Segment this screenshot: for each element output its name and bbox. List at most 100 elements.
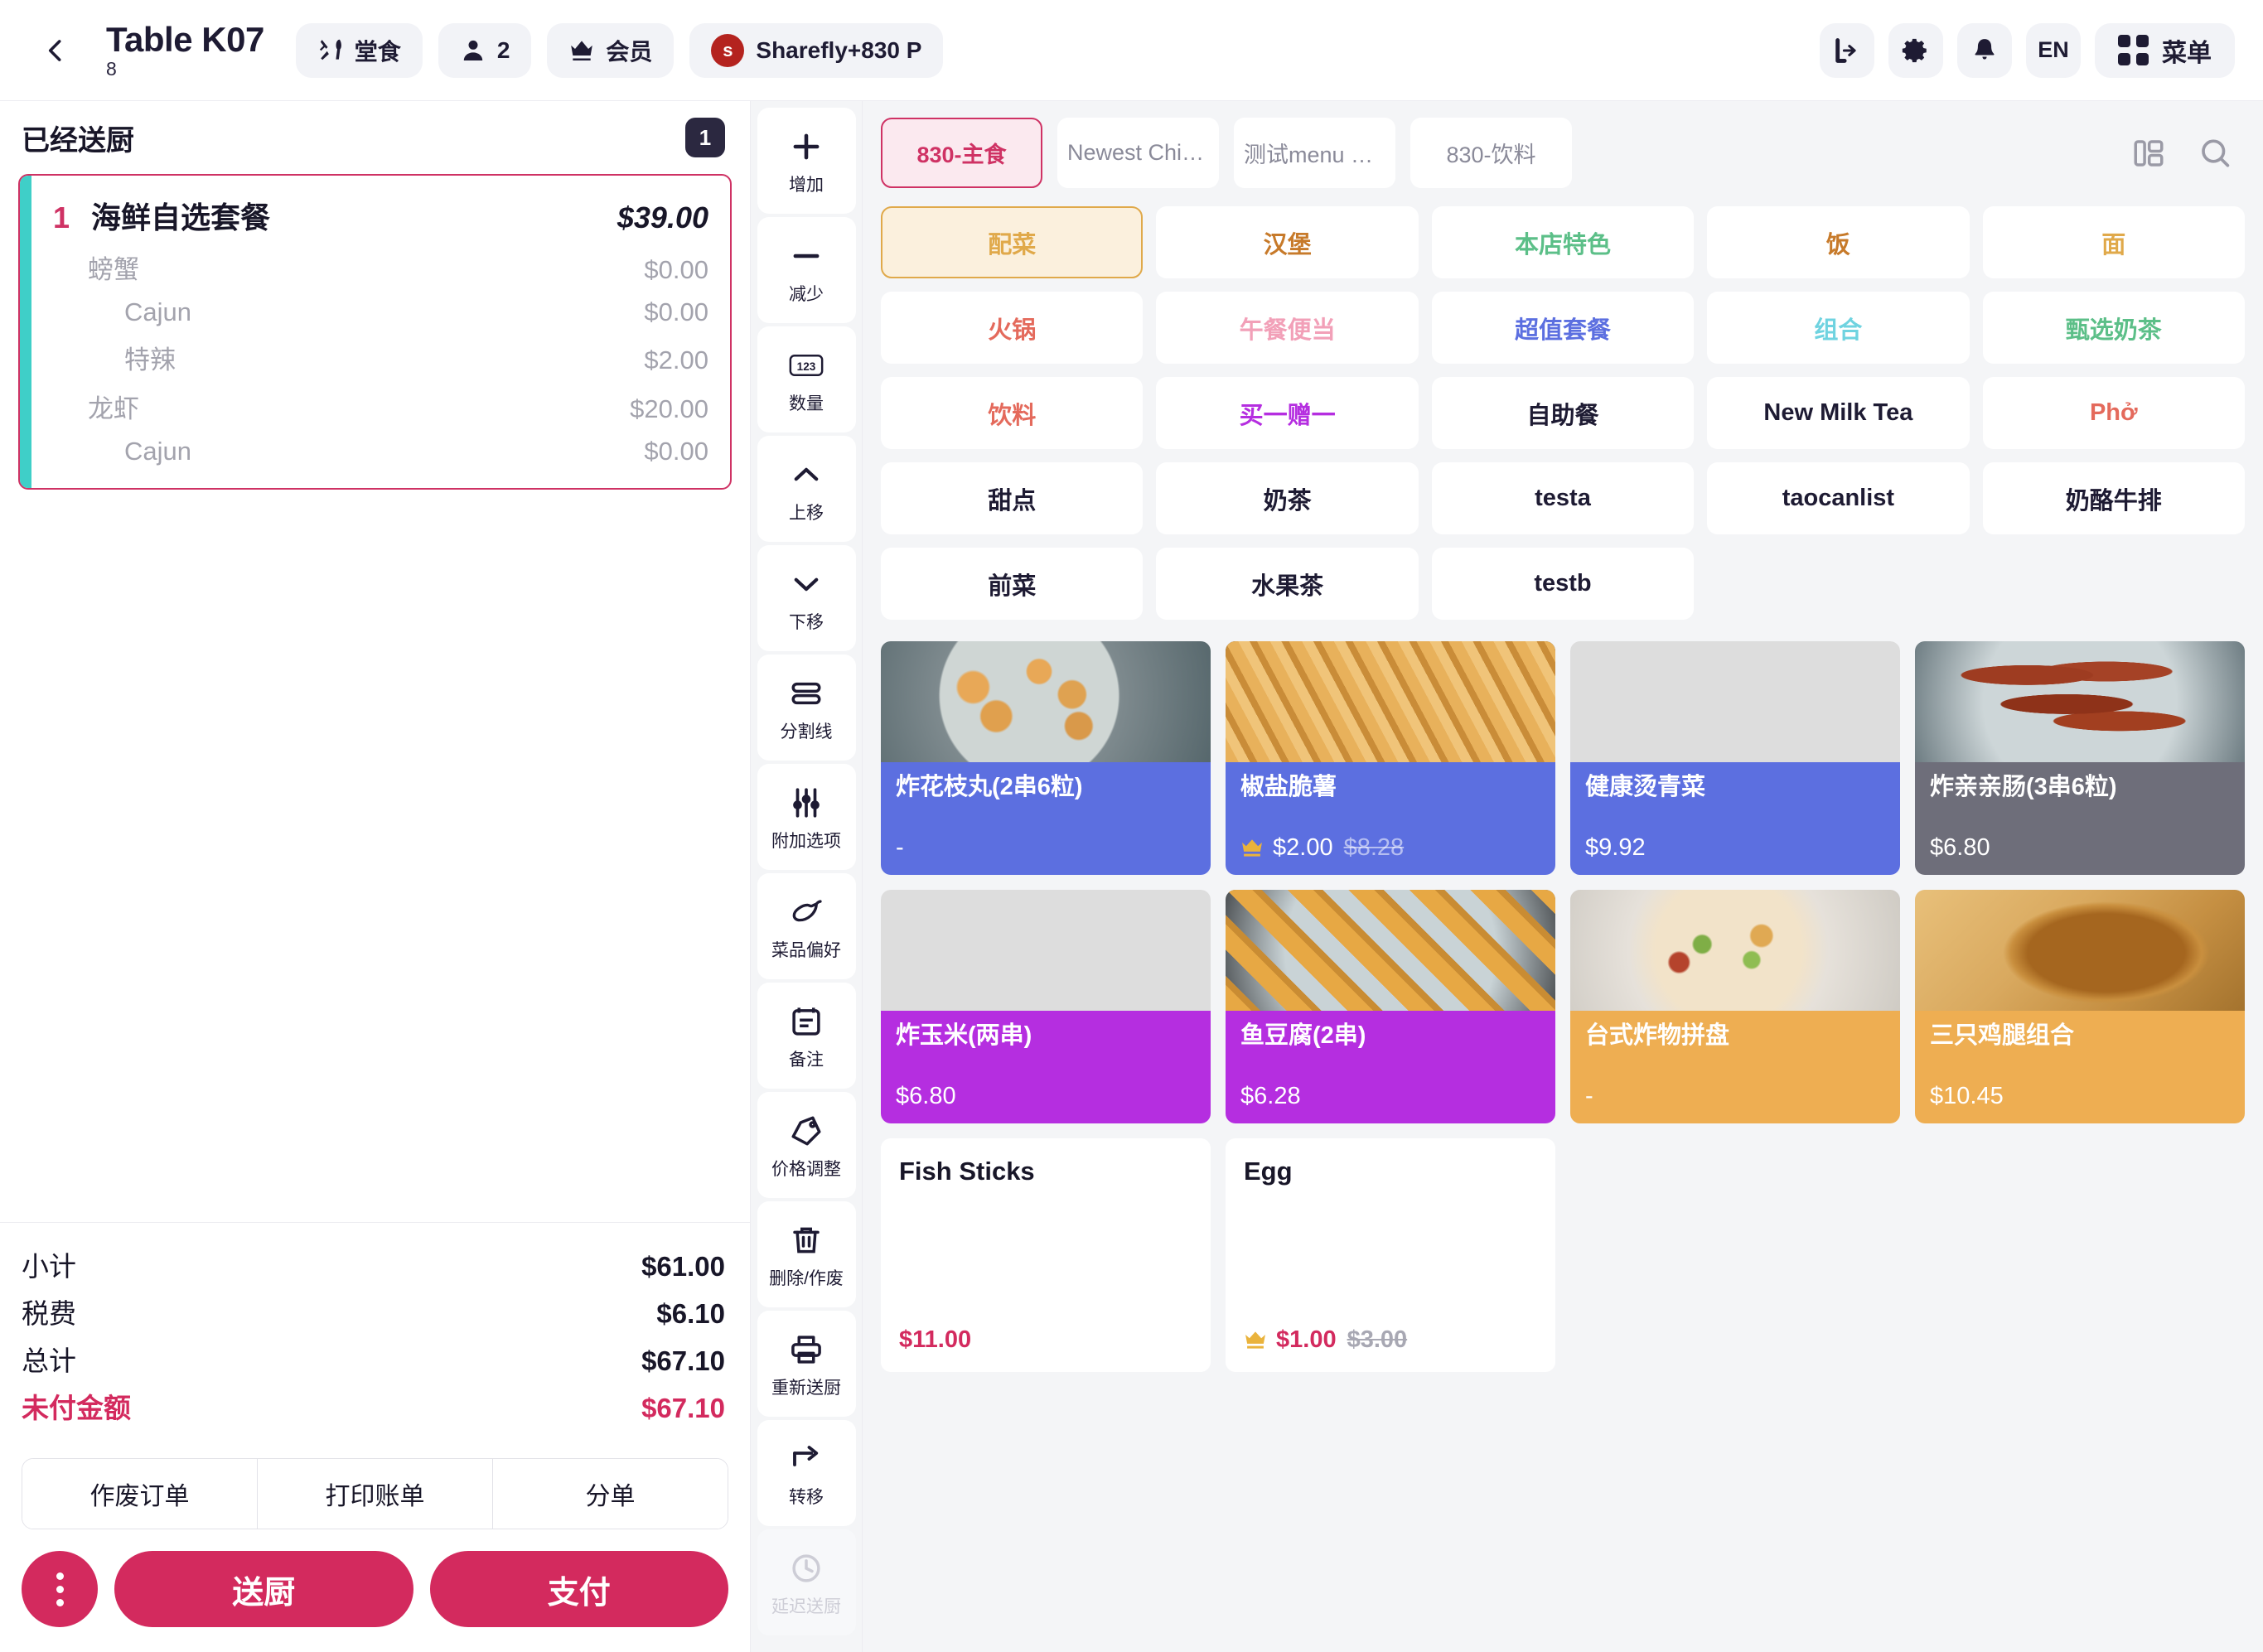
- category-button[interactable]: 面: [1982, 206, 2245, 278]
- product-card[interactable]: 炸玉米(两串) $6.80: [881, 890, 1211, 1123]
- tool-increase[interactable]: 增加: [757, 108, 856, 214]
- tool-delete-void[interactable]: 删除/作废: [757, 1201, 856, 1307]
- category-button[interactable]: 配菜: [881, 206, 1144, 278]
- tool-delay-kitchen[interactable]: 延迟送厨: [757, 1529, 856, 1635]
- pay-button[interactable]: 支付: [429, 1551, 728, 1627]
- grid-icon: [2118, 35, 2149, 65]
- void-order-button[interactable]: 作废订单: [22, 1459, 258, 1529]
- product-card[interactable]: 三只鸡腿组合 $10.45: [1915, 890, 2245, 1123]
- avatar: s: [711, 33, 745, 67]
- option-name: 龙虾: [88, 394, 139, 423]
- language-button[interactable]: EN: [2026, 22, 2081, 78]
- note-icon: [789, 1000, 824, 1043]
- food-photo: [881, 890, 1211, 1011]
- product-card[interactable]: 鱼豆腐(2串) $6.28: [1226, 890, 1555, 1123]
- category-button[interactable]: 买一赠一: [1156, 377, 1419, 449]
- product-name: 炸亲亲肠(3串6粒): [1930, 774, 2117, 800]
- table-seat-count: 8: [106, 57, 117, 80]
- category-label: 午餐便当: [1239, 316, 1336, 344]
- category-button[interactable]: Phở: [1982, 377, 2245, 449]
- more-options-button[interactable]: [22, 1551, 98, 1627]
- tab-830-drinks[interactable]: 830-饮料: [1410, 118, 1572, 188]
- customer-chip[interactable]: s Sharefly+830 P: [689, 22, 944, 78]
- category-button[interactable]: testa: [1431, 462, 1695, 534]
- dine-type-chip[interactable]: 堂食: [295, 22, 423, 78]
- trash-icon: [789, 1219, 824, 1262]
- category-button[interactable]: 超值套餐: [1431, 292, 1695, 364]
- category-button[interactable]: 自助餐: [1431, 377, 1695, 449]
- tool-label: 重新送厨: [771, 1379, 841, 1398]
- product-name: Fish Sticks: [899, 1157, 1035, 1186]
- tool-move-down[interactable]: 下移: [757, 545, 856, 651]
- cutlery-icon: [317, 37, 344, 64]
- option-name: Cajun: [124, 437, 191, 466]
- notifications-button[interactable]: [1957, 22, 2012, 78]
- category-button[interactable]: 汉堡: [1156, 206, 1419, 278]
- crown-icon: [568, 37, 595, 64]
- tool-modifiers[interactable]: 附加选项: [757, 764, 856, 870]
- product-card[interactable]: 炸花枝丸(2串6粒) -: [881, 641, 1211, 875]
- product-card[interactable]: 健康烫青菜 $9.92: [1570, 641, 1900, 875]
- product-card[interactable]: Egg $1.00 $3.00: [1226, 1138, 1555, 1372]
- option-name: 特辣: [124, 345, 176, 374]
- category-button[interactable]: 饮料: [881, 377, 1144, 449]
- tab-newest-chinese[interactable]: Newest Chinese...: [1057, 118, 1219, 188]
- settings-button[interactable]: [1888, 22, 1943, 78]
- category-button[interactable]: 组合: [1707, 292, 1970, 364]
- tool-note[interactable]: 备注: [757, 983, 856, 1089]
- product-card[interactable]: 椒盐脆薯 $2.00 $8.28: [1226, 641, 1555, 875]
- order-panel: 已经送厨 1 1 海鲜自选套餐 $39.00 螃蟹 $0.00 Cajun $0…: [0, 101, 751, 1652]
- menu-button[interactable]: 菜单: [2095, 22, 2235, 78]
- category-button[interactable]: 奶酪牛排: [1982, 462, 2245, 534]
- tab-830-main[interactable]: 830-主食: [881, 118, 1042, 188]
- product-price: $6.80: [896, 1083, 956, 1109]
- tool-decrease[interactable]: 减少: [757, 217, 856, 323]
- order-item-option: Cajun $0.00: [53, 437, 708, 466]
- order-count-badge: 1: [685, 118, 725, 157]
- tool-resend-kitchen[interactable]: 重新送厨: [757, 1311, 856, 1417]
- split-bill-button[interactable]: 分单: [493, 1459, 728, 1529]
- option-price: $0.00: [644, 297, 708, 326]
- tool-label: 转移: [789, 1488, 824, 1507]
- product-card[interactable]: 台式炸物拼盘 -: [1570, 890, 1900, 1123]
- price-tag-icon: [789, 1109, 824, 1152]
- product-price: $11.00: [899, 1326, 972, 1353]
- category-button[interactable]: New Milk Tea: [1707, 377, 1970, 449]
- category-button[interactable]: 本店特色: [1431, 206, 1695, 278]
- print-bill-button[interactable]: 打印账单: [258, 1459, 493, 1529]
- category-button[interactable]: 水果茶: [1156, 548, 1419, 620]
- category-button[interactable]: 甜点: [881, 462, 1144, 534]
- search-button[interactable]: [2185, 123, 2245, 183]
- category-button[interactable]: 火锅: [881, 292, 1144, 364]
- tool-quantity[interactable]: 123 数量: [757, 326, 856, 432]
- tax-value: $6.10: [656, 1298, 725, 1329]
- category-button[interactable]: taocanlist: [1707, 462, 1970, 534]
- category-button[interactable]: 奶茶: [1156, 462, 1419, 534]
- logout-button[interactable]: [1820, 22, 1874, 78]
- tool-price-adjust[interactable]: 价格调整: [757, 1092, 856, 1198]
- tool-preference[interactable]: 菜品偏好: [757, 873, 856, 979]
- back-button[interactable]: [28, 23, 83, 78]
- tool-transfer[interactable]: 转移: [757, 1420, 856, 1526]
- send-to-kitchen-button[interactable]: 送厨: [114, 1551, 413, 1627]
- category-button[interactable]: 午餐便当: [1156, 292, 1419, 364]
- product-card[interactable]: 炸亲亲肠(3串6粒) $6.80: [1915, 641, 2245, 875]
- layout-toggle-button[interactable]: [2119, 123, 2178, 183]
- guest-count-chip[interactable]: 2: [438, 22, 532, 78]
- tool-move-up[interactable]: 上移: [757, 436, 856, 542]
- category-label: 超值套餐: [1514, 316, 1611, 344]
- product-price-row: -: [1585, 1083, 1885, 1110]
- category-button[interactable]: 甄选奶茶: [1982, 292, 2245, 364]
- category-grid: 配菜 汉堡 本店特色 饭 面火锅 午餐便当 超值套餐 组合 甄选奶茶饮料 买一赠一 自助餐 New M…: [863, 188, 2263, 620]
- product-original-price: $3.00: [1347, 1326, 1408, 1353]
- tool-label: 减少: [789, 285, 824, 304]
- order-line-item[interactable]: 1 海鲜自选套餐 $39.00 螃蟹 $0.00 Cajun $0.00 特辣: [18, 174, 732, 490]
- member-tier-chip[interactable]: 会员: [547, 22, 675, 78]
- category-button[interactable]: 饭: [1707, 206, 1970, 278]
- order-item-list: 1 海鲜自选套餐 $39.00 螃蟹 $0.00 Cajun $0.00 特辣: [0, 174, 750, 1222]
- category-button[interactable]: testb: [1431, 548, 1695, 620]
- product-card[interactable]: Fish Sticks $11.00: [881, 1138, 1211, 1372]
- category-button[interactable]: 前菜: [881, 548, 1144, 620]
- tab-test-menu[interactable]: 测试menu 测试: [1234, 118, 1395, 188]
- tool-divider[interactable]: 分割线: [757, 655, 856, 761]
